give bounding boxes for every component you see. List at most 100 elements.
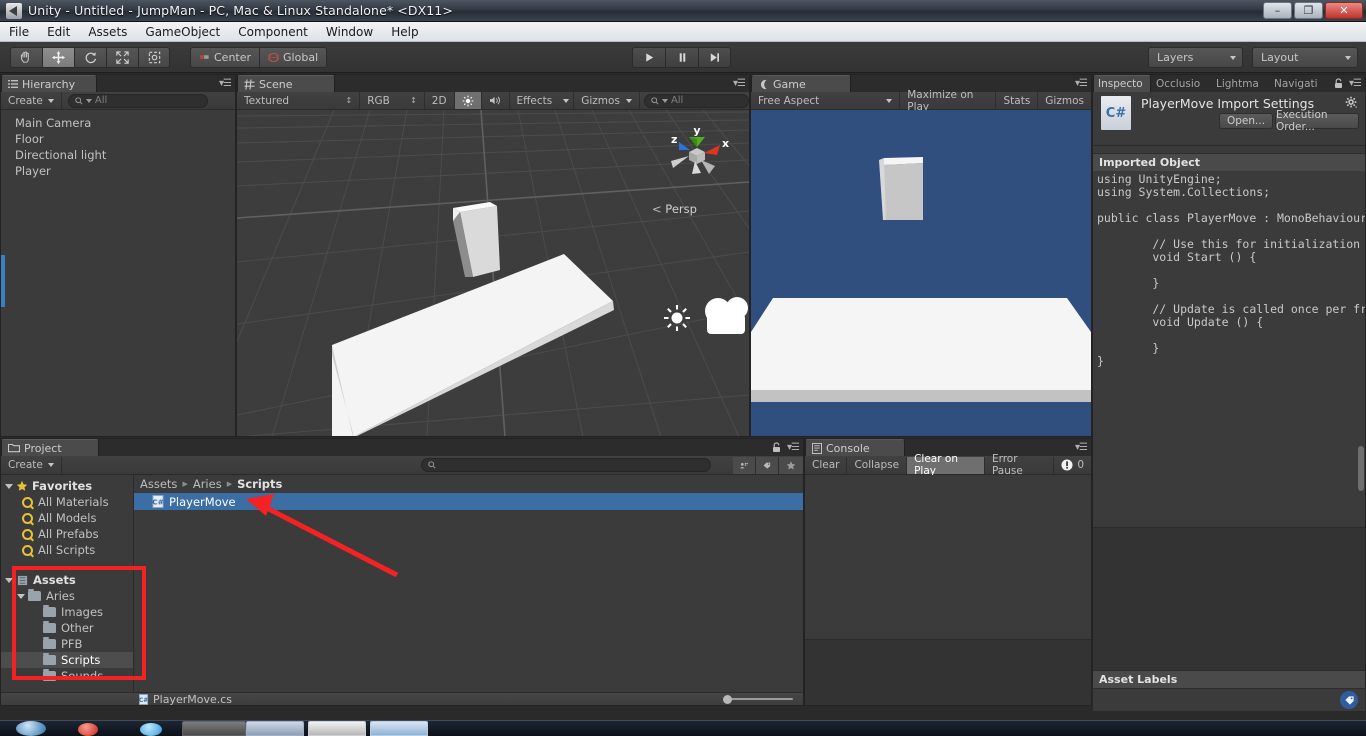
scene-2d-toggle[interactable]: 2D: [425, 92, 455, 109]
tab-inspector[interactable]: Inspecto: [1093, 75, 1151, 92]
tab-occlusion[interactable]: Occlusio: [1151, 75, 1211, 92]
layers-dropdown[interactable]: Layers: [1148, 47, 1243, 68]
scene-lighting-toggle[interactable]: [454, 92, 482, 109]
console-panel-menu-icon[interactable]: ▾☰: [1075, 442, 1088, 453]
breadcrumb-aries[interactable]: Aries: [193, 477, 222, 491]
handle-mode-button[interactable]: Global: [259, 47, 328, 68]
tab-navigation[interactable]: Navigati: [1269, 75, 1327, 92]
taskbar-start-button[interactable]: [16, 721, 46, 736]
hierarchy-create-label: Create: [8, 94, 43, 107]
inspector-panel-menu-icon[interactable]: ▾☰: [1349, 78, 1362, 89]
close-button[interactable]: ✕: [1325, 2, 1363, 19]
execution-order-button[interactable]: Execution Order...: [1275, 109, 1359, 133]
console-error-pause-toggle[interactable]: Error Pause: [985, 453, 1055, 477]
project-filter-label-button[interactable]: [756, 456, 779, 474]
breadcrumb-scripts[interactable]: Scripts: [237, 477, 282, 491]
menu-item-help[interactable]: Help: [382, 23, 427, 41]
game-viewport[interactable]: [751, 110, 1091, 436]
game-stats-toggle[interactable]: Stats: [996, 92, 1039, 109]
project-favorite-all-models[interactable]: All Models: [1, 510, 133, 526]
hierarchy-scrollbar[interactable]: [1, 255, 5, 307]
project-filter-type-button[interactable]: [733, 456, 756, 474]
breadcrumb-assets[interactable]: Assets: [140, 477, 177, 491]
hierarchy-item-directional-light[interactable]: Directional light: [1, 147, 235, 163]
minimize-button[interactable]: –: [1263, 2, 1292, 19]
project-file-playermove[interactable]: C# PlayerMove: [134, 493, 803, 510]
project-favorite-all-materials[interactable]: All Materials: [1, 494, 133, 510]
taskbar-icon-1[interactable]: [78, 723, 98, 736]
menu-item-file[interactable]: File: [0, 23, 38, 41]
tab-game[interactable]: Game: [751, 75, 851, 92]
console-error-counter[interactable]: 0: [1054, 457, 1091, 474]
pause-button[interactable]: [665, 47, 698, 68]
hierarchy-item-main-camera[interactable]: Main Camera: [1, 115, 235, 131]
game-panel-menu-icon[interactable]: ▾☰: [1075, 78, 1088, 89]
scene-search-input[interactable]: All: [643, 93, 749, 108]
tab-project[interactable]: Project: [1, 439, 99, 456]
scene-viewport[interactable]: y x z < Persp: [237, 110, 749, 436]
game-gizmos-dropdown[interactable]: Gizmos: [1038, 92, 1091, 109]
scene-gizmos-dropdown[interactable]: Gizmos: [574, 92, 640, 109]
taskbar-window-4[interactable]: [370, 721, 428, 736]
menu-item-window[interactable]: Window: [317, 23, 382, 41]
taskbar-window-3[interactable]: [308, 721, 366, 736]
taskbar-icon-2[interactable]: [140, 723, 162, 736]
project-favorite-all-prefabs[interactable]: All Prefabs: [1, 526, 133, 542]
console-message-list[interactable]: [805, 475, 1091, 639]
tag-icon[interactable]: [1340, 691, 1358, 709]
rect-tool-button[interactable]: [138, 47, 170, 68]
menu-item-gameobject[interactable]: GameObject: [136, 23, 229, 41]
project-favorites-button[interactable]: [779, 456, 803, 474]
scene-effects-caret[interactable]: [559, 92, 575, 109]
project-zoom-slider[interactable]: [723, 695, 793, 704]
scene-colormode-dropdown[interactable]: RGB ↕: [360, 92, 425, 109]
console-clear-button[interactable]: Clear: [805, 456, 848, 474]
project-favorites-group[interactable]: Favorites: [1, 478, 133, 494]
layout-dropdown[interactable]: Layout: [1252, 47, 1358, 68]
project-zoom-slider-handle[interactable]: [723, 695, 732, 704]
project-search-input[interactable]: [421, 458, 711, 472]
project-lock-icon[interactable]: [772, 442, 781, 456]
pivot-mode-button[interactable]: Center: [190, 47, 260, 68]
hierarchy-panel-menu-icon[interactable]: ▾☰: [219, 78, 232, 89]
tab-console[interactable]: Console: [805, 439, 905, 456]
scene-panel-menu-icon[interactable]: ▾☰: [733, 78, 746, 89]
restore-button[interactable]: ❐: [1294, 2, 1323, 19]
hierarchy-create-button[interactable]: Create: [1, 92, 62, 109]
csharp-script-icon: C#: [139, 693, 148, 705]
tab-navigation-label: Navigati: [1274, 78, 1318, 90]
game-maximize-toggle[interactable]: Maximize on Play: [900, 89, 997, 113]
open-button[interactable]: Open...: [1219, 113, 1273, 129]
scene-audio-toggle[interactable]: [482, 92, 510, 109]
asset-labels-field[interactable]: [1093, 689, 1365, 711]
taskbar-window-2[interactable]: [246, 721, 304, 736]
scale-tool-button[interactable]: [106, 47, 138, 68]
hierarchy-search-input[interactable]: All: [67, 93, 208, 108]
search-icon: [22, 512, 33, 524]
tab-scene[interactable]: Scene: [237, 75, 335, 92]
menu-item-component[interactable]: Component: [229, 23, 317, 41]
project-favorite-all-scripts[interactable]: All Scripts: [1, 542, 133, 558]
move-tool-button[interactable]: [42, 47, 74, 68]
menu-item-edit[interactable]: Edit: [38, 23, 79, 41]
play-button[interactable]: [632, 47, 665, 68]
taskbar-window-1[interactable]: [182, 721, 246, 736]
window-titlebar[interactable]: Unity - Untitled - JumpMan - PC, Mac & L…: [0, 0, 1366, 22]
menu-item-assets[interactable]: Assets: [79, 23, 136, 41]
inspector-scrollbar[interactable]: [1358, 446, 1364, 491]
console-clear-on-play-toggle[interactable]: Clear on Play: [907, 453, 985, 477]
hand-tool-button[interactable]: [10, 47, 42, 68]
rotate-tool-button[interactable]: [74, 47, 106, 68]
scene-effects-dropdown[interactable]: Effects: [510, 92, 560, 109]
scene-drawmode-dropdown[interactable]: Textured ↕: [237, 92, 361, 109]
hierarchy-item-player[interactable]: Player: [1, 163, 235, 179]
console-collapse-toggle[interactable]: Collapse: [847, 456, 908, 474]
step-button[interactable]: [698, 47, 731, 68]
tab-hierarchy[interactable]: Hierarchy: [1, 75, 97, 92]
project-panel-menu-icon[interactable]: ▾☰: [787, 442, 800, 453]
game-aspect-dropdown[interactable]: Free Aspect: [751, 92, 901, 109]
inspector-lock-icon[interactable]: [1334, 78, 1343, 92]
hierarchy-item-floor[interactable]: Floor: [1, 131, 235, 147]
tab-lightmapping[interactable]: Lightma: [1211, 75, 1269, 92]
project-create-button[interactable]: Create: [1, 456, 62, 474]
